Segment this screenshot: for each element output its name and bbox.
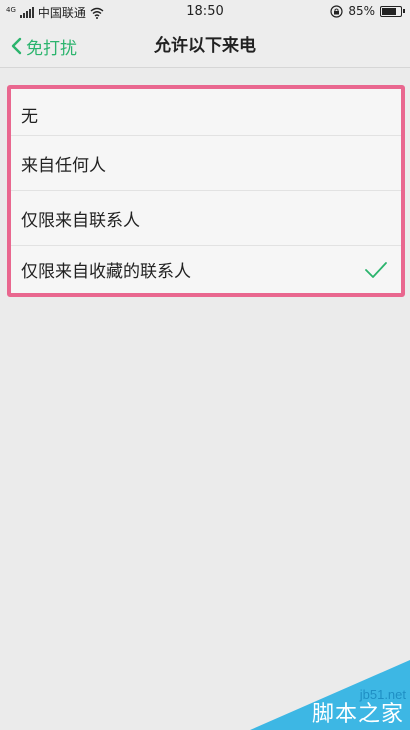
check-icon bbox=[365, 261, 387, 278]
watermark-name: 脚本之家 bbox=[311, 702, 404, 727]
option-label: 来自任何人 bbox=[21, 155, 106, 176]
option-label: 仅限来自收藏的联系人 bbox=[21, 262, 191, 282]
battery-percent: 85% bbox=[348, 4, 375, 18]
option-contacts-only[interactable]: 仅限来自联系人 bbox=[11, 191, 401, 246]
option-anyone[interactable]: 来自任何人 bbox=[11, 136, 401, 191]
options-list: 无 来自任何人 仅限来自联系人 仅限来自收藏的联系人 bbox=[11, 89, 401, 293]
status-right: 85% bbox=[330, 4, 405, 18]
battery-icon bbox=[380, 5, 405, 17]
page-title: 允许以下来电 bbox=[154, 36, 256, 56]
option-none[interactable]: 无 bbox=[11, 89, 401, 136]
status-bar: 4G 中国联通 18:50 85% bbox=[0, 0, 410, 24]
nav-bar: 免打扰 允许以下来电 bbox=[0, 24, 410, 68]
watermark: jb51.net 脚本之家 bbox=[250, 650, 410, 730]
option-label: 无 bbox=[21, 106, 38, 127]
battery-fill bbox=[382, 7, 397, 15]
option-label: 仅限来自联系人 bbox=[21, 210, 140, 231]
option-starred-contacts-only[interactable]: 仅限来自收藏的联系人 bbox=[11, 246, 401, 293]
rotation-lock-icon bbox=[330, 4, 343, 18]
